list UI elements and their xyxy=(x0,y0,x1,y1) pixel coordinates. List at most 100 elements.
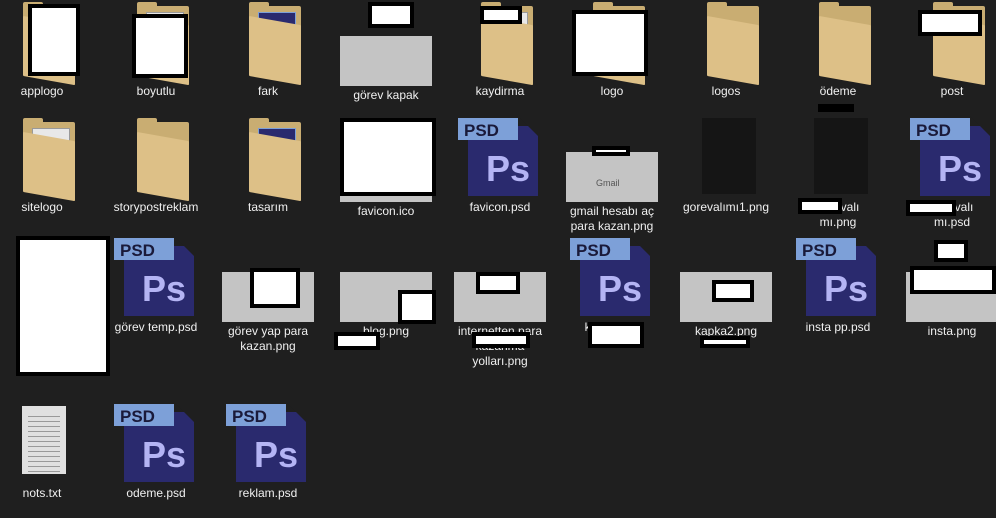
text-line xyxy=(28,421,60,422)
file-item[interactable]: Gmail gmail hesabı aç para kazan.png xyxy=(556,116,668,233)
text-line xyxy=(28,461,60,462)
file-thumbnail xyxy=(0,116,88,202)
psd-band: PSD xyxy=(458,118,518,140)
text-file-icon xyxy=(22,406,66,474)
file-item[interactable]: PSD Ps odeme.psd xyxy=(100,402,212,518)
folder-front-shape xyxy=(819,16,871,86)
file-item[interactable] xyxy=(0,236,110,376)
psd-badge-text: PSD xyxy=(120,241,155,260)
psd-file-icon: PSD Ps xyxy=(458,116,542,196)
file-name-label: sitelogo xyxy=(21,200,63,214)
photoshop-mark: Ps xyxy=(824,268,869,309)
file-item[interactable]: gorevalımı1.png xyxy=(670,116,782,232)
folder-icon xyxy=(244,118,308,202)
text-line xyxy=(28,426,60,427)
psd-corner-fold xyxy=(630,236,650,256)
redaction-box xyxy=(818,104,854,112)
file-thumbnail xyxy=(792,116,884,196)
psd-corner-fold xyxy=(174,402,194,422)
psd-file-icon: PSD Ps xyxy=(114,236,198,316)
file-thumbnail: PSD Ps xyxy=(454,116,546,196)
file-name-label: favicon.ico xyxy=(357,204,415,218)
file-thumbnail: PSD Ps xyxy=(906,116,996,196)
gmail-text: Gmail xyxy=(596,178,620,188)
file-name-label: logos xyxy=(711,84,741,98)
file-thumbnail xyxy=(680,236,772,322)
file-name-label: görev kapak xyxy=(353,88,419,102)
file-thumbnail: Gmail xyxy=(566,116,658,202)
redaction-box xyxy=(700,336,750,348)
image-preview xyxy=(814,118,868,194)
file-thumbnail xyxy=(110,116,202,202)
redaction-box xyxy=(480,6,522,24)
file-name-label: insta pp.psd xyxy=(805,320,871,334)
redaction-box xyxy=(368,2,414,28)
file-thumbnail: PSD Ps xyxy=(792,236,884,316)
file-item[interactable]: nots.txt xyxy=(0,402,98,518)
folder-icon xyxy=(18,118,82,202)
redaction-box xyxy=(572,10,648,76)
folder-front-shape xyxy=(23,132,75,202)
file-name-label: nots.txt xyxy=(22,486,62,500)
image-preview xyxy=(340,36,432,86)
redaction-box xyxy=(132,14,188,78)
file-thumbnail xyxy=(222,116,314,202)
redaction-box xyxy=(934,240,968,262)
psd-file-icon: PSD Ps xyxy=(570,236,654,316)
psd-badge-text: PSD xyxy=(120,407,155,426)
file-name-label: boyutlu xyxy=(136,84,176,98)
text-line xyxy=(28,451,60,452)
file-item[interactable]: ödeme xyxy=(782,0,894,116)
folder-icon xyxy=(244,2,308,86)
psd-band: PSD xyxy=(910,118,970,140)
photoshop-mark: Ps xyxy=(938,148,983,189)
file-item[interactable]: tasarım xyxy=(212,116,324,232)
file-name-label: fark xyxy=(257,84,278,98)
folder-front-shape xyxy=(481,16,533,86)
image-preview: Gmail xyxy=(566,152,658,202)
psd-corner-fold xyxy=(518,116,538,136)
image-preview xyxy=(702,118,756,194)
psd-band: PSD xyxy=(114,238,174,260)
folder-front-shape xyxy=(249,16,301,86)
redaction-box xyxy=(334,332,380,350)
file-name-label: storypostreklam xyxy=(113,200,199,214)
file-thumbnail xyxy=(680,0,772,86)
file-item[interactable]: PSD Ps insta pp.psd xyxy=(782,236,894,352)
redaction-box xyxy=(588,322,644,348)
file-thumbnail xyxy=(792,0,884,86)
file-name-label: gmail hesabı aç para kazan.png xyxy=(569,204,655,233)
file-item[interactable]: sitelogo xyxy=(0,116,98,232)
redaction-box xyxy=(250,268,300,308)
psd-corner-fold xyxy=(970,116,990,136)
text-line xyxy=(28,441,60,442)
file-item[interactable]: PSD Ps favicon.psd xyxy=(444,116,556,232)
file-name-label: applogo xyxy=(20,84,64,98)
psd-badge-text: PSD xyxy=(464,121,499,140)
text-line xyxy=(28,466,60,467)
file-item[interactable]: PSD Ps reklam.psd xyxy=(212,402,324,518)
file-item[interactable]: fark xyxy=(212,0,324,116)
photoshop-mark: Ps xyxy=(142,434,187,475)
file-item[interactable]: PSD Ps görev temp.psd xyxy=(100,236,212,352)
psd-band: PSD xyxy=(114,404,174,426)
redaction-box xyxy=(910,266,996,294)
text-line xyxy=(28,436,60,437)
file-name-label: görev temp.psd xyxy=(114,320,198,334)
psd-badge-text: PSD xyxy=(576,241,611,260)
psd-badge-text: PSD xyxy=(232,407,267,426)
file-item[interactable]: logos xyxy=(670,0,782,116)
file-name-label: gorevalımı1.png xyxy=(682,200,770,214)
redaction-box xyxy=(340,118,436,196)
file-name-label: görev yap para kazan.png xyxy=(227,324,309,353)
folder-front-shape xyxy=(707,16,759,86)
redaction-box xyxy=(592,146,630,156)
file-thumbnail: PSD Ps xyxy=(110,236,202,316)
file-item[interactable]: gorevalı mı.png xyxy=(782,116,894,232)
folder-icon xyxy=(132,118,196,202)
file-item[interactable]: storypostreklam xyxy=(100,116,212,232)
photoshop-mark: Ps xyxy=(598,268,643,309)
file-thumbnail: PSD Ps xyxy=(110,402,202,482)
psd-file-icon: PSD Ps xyxy=(910,116,994,196)
text-line xyxy=(28,471,60,472)
